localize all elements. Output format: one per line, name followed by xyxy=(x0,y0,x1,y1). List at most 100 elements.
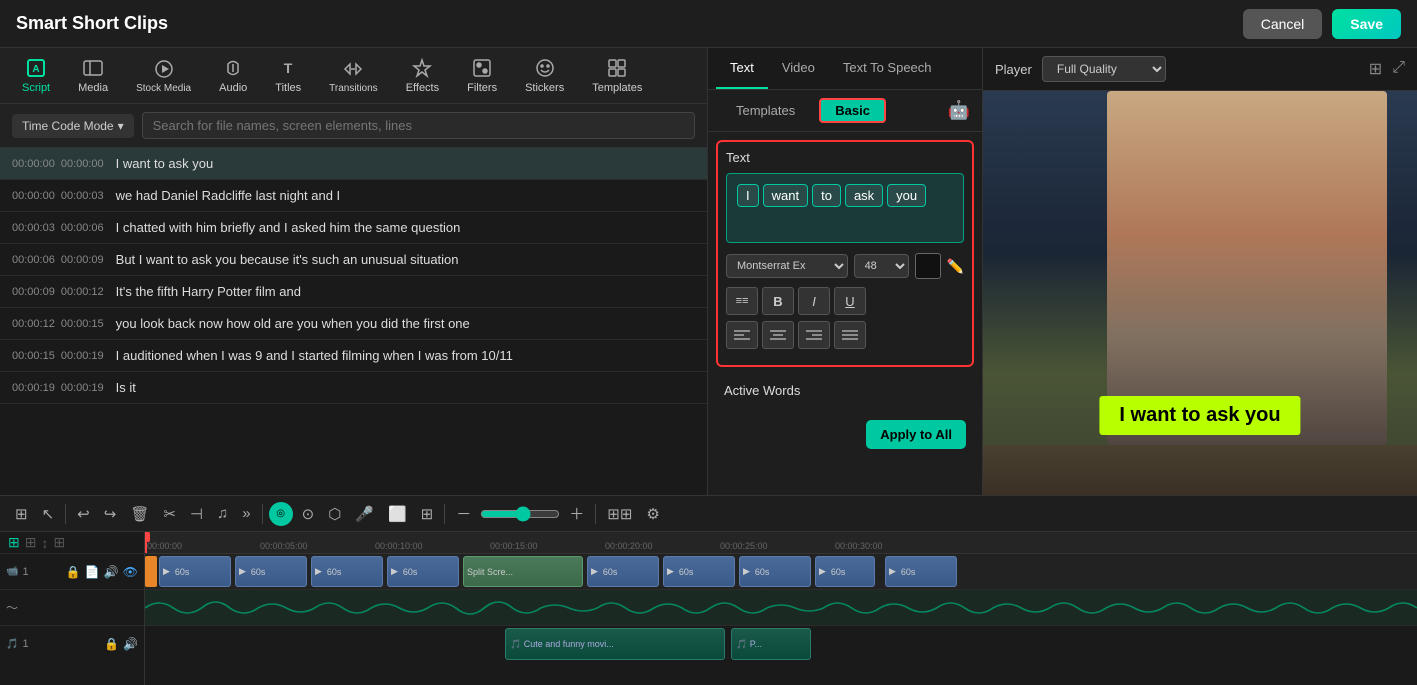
script-row[interactable]: 00:00:00 00:00:03 we had Daniel Radcliff… xyxy=(0,180,707,212)
time-codes: 00:00:19 00:00:19 xyxy=(12,382,104,394)
tab-video[interactable]: Video xyxy=(768,48,829,89)
ai-icon[interactable]: 🤖 xyxy=(948,100,970,121)
video-clip[interactable]: ▶ 60s xyxy=(663,556,735,587)
cancel-button[interactable]: Cancel xyxy=(1243,9,1323,39)
add-track-button[interactable]: ⊞ xyxy=(8,534,20,551)
zoom-in-button[interactable]: ＋ xyxy=(564,500,589,527)
expand-icon[interactable]: ⤢ xyxy=(1392,59,1405,79)
video-clip[interactable]: ▶ 60s xyxy=(387,556,459,587)
script-text: we had Daniel Radcliffe last night and I xyxy=(116,188,341,203)
add-track-icon2[interactable]: ⊞ xyxy=(25,534,37,551)
align-center-button[interactable] xyxy=(762,321,794,349)
toolbar-item-audio[interactable]: Audio xyxy=(205,51,261,100)
video-file-icon[interactable]: 📄 xyxy=(85,565,100,579)
script-row[interactable]: 00:00:00 00:00:00 I want to ask you xyxy=(0,148,707,180)
playhead-head xyxy=(145,532,150,542)
color-picker[interactable] xyxy=(915,253,941,279)
panel-tabs: Text Video Text To Speech xyxy=(708,48,982,90)
separator xyxy=(595,504,596,524)
script-row[interactable]: 00:00:15 00:00:19 I auditioned when I wa… xyxy=(0,340,707,372)
eyedropper-button[interactable]: ✏️ xyxy=(947,258,964,275)
split-button[interactable]: ⊣ xyxy=(185,502,208,526)
video-clip[interactable]: ▶ 60s xyxy=(159,556,231,587)
align-left-button[interactable] xyxy=(726,321,758,349)
script-row[interactable]: 00:00:06 00:00:09 But I want to ask you … xyxy=(0,244,707,276)
toolbar-item-filters[interactable]: Filters xyxy=(453,51,511,100)
cut-button[interactable]: ✂ xyxy=(158,502,181,526)
script-row[interactable]: 00:00:09 00:00:12 It's the fifth Harry P… xyxy=(0,276,707,308)
script-row[interactable]: 00:00:12 00:00:15 you look back now how … xyxy=(0,308,707,340)
settings-button[interactable]: ⚙ xyxy=(641,502,664,526)
tab-tts[interactable]: Text To Speech xyxy=(829,48,946,89)
text-editor-box[interactable]: I want to ask you xyxy=(726,173,964,243)
marker-button[interactable]: ⬡ xyxy=(323,502,346,526)
audio-clip-1[interactable]: 🎵 Cute and funny movi... xyxy=(505,628,725,660)
word-pill: to xyxy=(812,184,841,207)
text-editor-panel: Text Video Text To Speech Templates Basi… xyxy=(708,48,983,495)
video-clip[interactable]: ▶ 60s xyxy=(815,556,875,587)
grid-view-icon[interactable]: ⊞ xyxy=(1369,59,1382,79)
underline-button[interactable]: U xyxy=(834,287,866,315)
add-track-icon3[interactable]: ↕ xyxy=(41,535,48,551)
italic-button[interactable]: I xyxy=(798,287,830,315)
undo-button[interactable]: ↩ xyxy=(72,502,95,526)
audio-lock-icon[interactable]: 🔒 xyxy=(104,637,119,651)
font-size-select[interactable]: 48 36 54 xyxy=(854,254,909,278)
quality-select[interactable]: Full Quality Half Quality Quarter Qualit… xyxy=(1042,56,1166,82)
toolbar-item-transitions[interactable]: Transitions xyxy=(315,52,392,100)
ruler-mark-30: 00:00:30:00 xyxy=(835,541,883,551)
audio-clip-label-2: 🎵 P... xyxy=(732,639,766,650)
delete-button[interactable]: 🗑 xyxy=(125,502,154,526)
toolbar-item-stock[interactable]: Stock Media xyxy=(122,52,205,100)
strikethrough-button[interactable]: ≡≡ xyxy=(726,287,758,315)
script-row[interactable]: 00:00:19 00:00:19 Is it xyxy=(0,372,707,404)
word-pill: want xyxy=(763,184,808,207)
split-screen-clip[interactable]: Split Scre... xyxy=(463,556,583,587)
video-volume-icon[interactable]: 🔊 xyxy=(104,565,119,579)
audio-button[interactable]: ♫ xyxy=(212,502,233,525)
video-clip[interactable]: ▶ 60s xyxy=(885,556,957,587)
save-button[interactable]: Save xyxy=(1332,9,1401,39)
active-words-label: Active Words xyxy=(724,383,966,398)
font-select[interactable]: Montserrat Ex Arial Helvetica xyxy=(726,254,848,278)
time-mode-button[interactable]: Time Code Mode ▾ xyxy=(12,114,134,138)
script-text: But I want to ask you because it's such … xyxy=(116,252,459,267)
player-panel: Player Full Quality Half Quality Quarter… xyxy=(983,48,1417,495)
audio-clip-2[interactable]: 🎵 P... xyxy=(731,628,811,660)
tab-text[interactable]: Text xyxy=(716,48,768,89)
zoom-slider[interactable] xyxy=(480,506,560,522)
video-clip[interactable]: ▶ 60s xyxy=(235,556,307,587)
center-button[interactable]: ◎ xyxy=(269,502,293,526)
subtab-templates[interactable]: Templates xyxy=(720,98,811,123)
mic-button[interactable]: 🎤 xyxy=(350,502,379,526)
toolbar-item-titles[interactable]: T Titles xyxy=(261,51,315,100)
snap-button[interactable]: ⊞ xyxy=(10,502,33,526)
pointer-button[interactable]: ↖ xyxy=(37,502,60,526)
video-clip[interactable]: ▶ 60s xyxy=(311,556,383,587)
toolbar-item-effects[interactable]: Effects xyxy=(392,51,453,100)
subtab-basic[interactable]: Basic xyxy=(819,98,886,123)
align-justify-button[interactable] xyxy=(834,321,866,349)
zoom-out-button[interactable]: － xyxy=(451,500,476,527)
video-lock-icon[interactable]: 🔒 xyxy=(66,565,81,579)
video-eye-icon[interactable]: 👁 xyxy=(123,565,138,579)
apply-all-button[interactable]: Apply to All xyxy=(866,420,966,449)
video-clip[interactable]: ▶ 60s xyxy=(587,556,659,587)
ripple-button[interactable]: ⊙ xyxy=(297,502,320,526)
search-input[interactable] xyxy=(142,112,695,139)
mosaic-button[interactable]: ⊞ xyxy=(416,502,439,526)
video-clip[interactable]: ▶ 60s xyxy=(739,556,811,587)
script-row[interactable]: 00:00:03 00:00:06 I chatted with him bri… xyxy=(0,212,707,244)
caption-button[interactable]: ⬜ xyxy=(383,502,412,526)
add-track-icon4[interactable]: ⊞ xyxy=(53,534,65,551)
toolbar-item-stickers[interactable]: Stickers xyxy=(511,51,578,100)
toolbar-item-script[interactable]: A Script xyxy=(8,51,64,100)
toolbar-item-templates[interactable]: Templates xyxy=(578,51,656,100)
grid-layout-button[interactable]: ⊞⊞ xyxy=(602,502,637,526)
audio-vol-icon[interactable]: 🔊 xyxy=(123,637,138,651)
more-button[interactable]: » xyxy=(237,502,255,525)
toolbar-item-media[interactable]: Media xyxy=(64,51,122,100)
redo-button[interactable]: ↪ xyxy=(99,502,122,526)
align-right-button[interactable] xyxy=(798,321,830,349)
bold-button[interactable]: B xyxy=(762,287,794,315)
